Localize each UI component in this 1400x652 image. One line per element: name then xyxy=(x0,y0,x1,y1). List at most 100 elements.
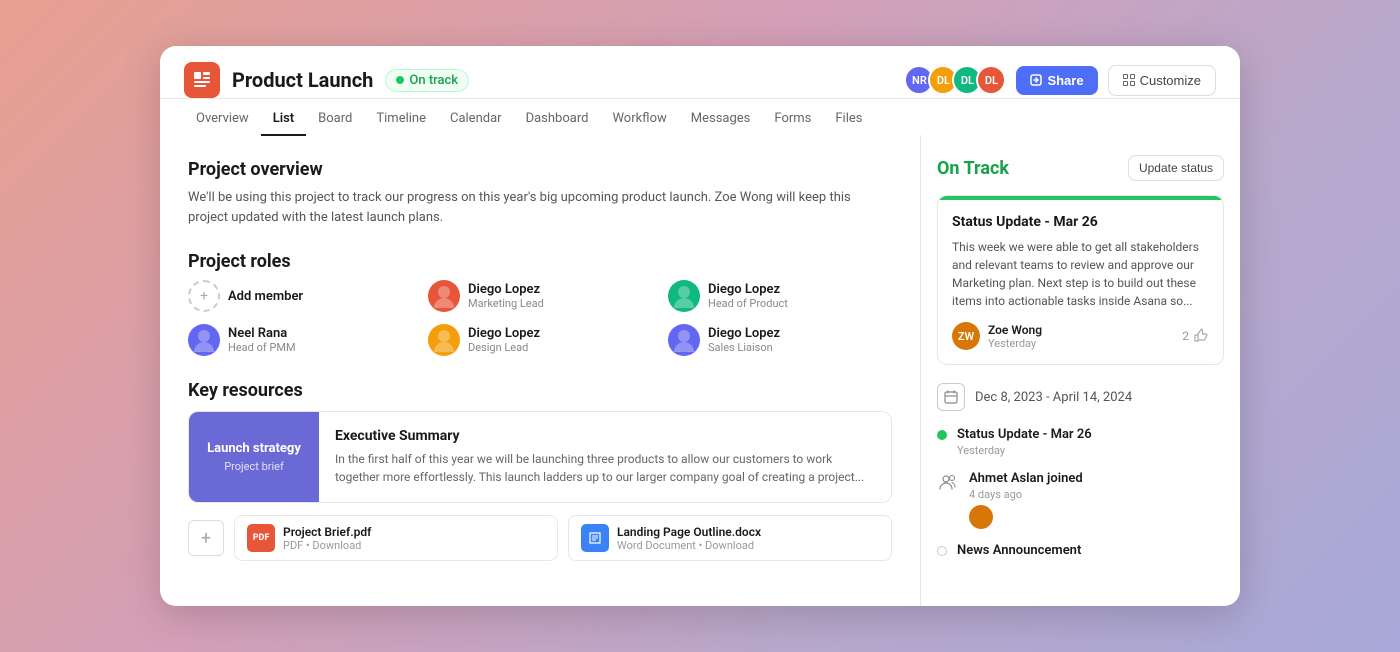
tab-overview[interactable]: Overview xyxy=(184,103,261,136)
right-header: On Track Update status xyxy=(937,155,1224,181)
app-container: Product Launch On track NR DL DL DL Shar… xyxy=(160,46,1240,606)
role-info: Diego Lopez Design Lead xyxy=(468,326,540,354)
activity-dot-green xyxy=(937,430,947,440)
role-avatar xyxy=(668,324,700,356)
update-status-button[interactable]: Update status xyxy=(1128,155,1224,181)
author-name: Zoe Wong xyxy=(988,323,1042,337)
add-member-icon: + xyxy=(188,280,220,312)
file-item-pdf[interactable]: PDF Project Brief.pdf PDF • Download xyxy=(234,515,558,561)
role-item: Neel Rana Head of PMM xyxy=(188,324,412,356)
status-dot xyxy=(396,76,404,84)
role-item: Diego Lopez Sales Liaison xyxy=(668,324,892,356)
share-label: Share xyxy=(1047,73,1083,88)
add-member-label: Add member xyxy=(228,289,303,304)
file-meta: Word Document • Download xyxy=(617,539,761,552)
role-avatar xyxy=(188,324,220,356)
like-count[interactable]: 2 xyxy=(1182,328,1209,344)
resource-content: Executive Summary In the first half of t… xyxy=(319,412,891,502)
role-title: Head of Product xyxy=(708,297,788,310)
role-info: Diego Lopez Marketing Lead xyxy=(468,282,544,310)
team-avatars: NR DL DL DL xyxy=(904,65,1006,95)
resource-thumb-title: Launch strategy xyxy=(207,441,301,456)
role-name: Neel Rana xyxy=(228,326,296,341)
role-avatar xyxy=(668,280,700,312)
left-panel: Project overview We'll be using this pro… xyxy=(160,135,920,606)
avatar: DL xyxy=(976,65,1006,95)
activity-title: Status Update - Mar 26 xyxy=(957,427,1092,442)
add-file-button[interactable]: + xyxy=(188,520,224,556)
resource-title: Executive Summary xyxy=(335,428,875,444)
header: Product Launch On track NR DL DL DL Shar… xyxy=(160,46,1240,99)
role-info: Diego Lopez Sales Liaison xyxy=(708,326,780,354)
role-avatar xyxy=(428,280,460,312)
role-title: Head of PMM xyxy=(228,341,296,354)
resource-card[interactable]: Launch strategy Project brief Executive … xyxy=(188,411,892,503)
project-overview-desc: We'll be using this project to track our… xyxy=(188,188,892,227)
files-row: + PDF Project Brief.pdf PDF • Download xyxy=(188,515,892,561)
share-button[interactable]: Share xyxy=(1016,66,1097,95)
role-name: Diego Lopez xyxy=(708,282,788,297)
activity-item: Ahmet Aslan joined 4 days ago xyxy=(937,471,1224,529)
activity-content: Ahmet Aslan joined 4 days ago xyxy=(969,471,1083,529)
like-number: 2 xyxy=(1182,329,1189,343)
tab-dashboard[interactable]: Dashboard xyxy=(514,103,601,136)
main-content: Project overview We'll be using this pro… xyxy=(160,135,1240,606)
author-info: Zoe Wong Yesterday xyxy=(988,323,1042,350)
role-item: Diego Lopez Design Lead xyxy=(428,324,652,356)
timeline-row: Dec 8, 2023 - April 14, 2024 xyxy=(937,383,1224,411)
resource-thumbnail: Launch strategy Project brief xyxy=(189,412,319,502)
status-card-title: Status Update - Mar 26 xyxy=(952,214,1209,230)
role-info: Neel Rana Head of PMM xyxy=(228,326,296,354)
role-item: Diego Lopez Marketing Lead xyxy=(428,280,652,312)
status-card: Status Update - Mar 26 This week we were… xyxy=(937,195,1224,365)
right-panel: On Track Update status Status Update - M… xyxy=(920,135,1240,606)
file-info: Project Brief.pdf PDF • Download xyxy=(283,525,371,552)
status-card-body: Status Update - Mar 26 This week we were… xyxy=(938,200,1223,364)
resource-desc: In the first half of this year we will b… xyxy=(335,450,875,486)
status-label: On track xyxy=(409,73,458,88)
activity-time: Yesterday xyxy=(957,444,1092,457)
file-meta: PDF • Download xyxy=(283,539,371,552)
tab-calendar[interactable]: Calendar xyxy=(438,103,514,136)
file-item-doc[interactable]: Landing Page Outline.docx Word Document … xyxy=(568,515,892,561)
tab-timeline[interactable]: Timeline xyxy=(364,103,438,136)
activity-content: News Announcement xyxy=(957,543,1081,558)
role-item: Diego Lopez Head of Product xyxy=(668,280,892,312)
status-author: ZW Zoe Wong Yesterday xyxy=(952,322,1042,350)
activity-item: Status Update - Mar 26 Yesterday xyxy=(937,427,1224,457)
calendar-icon xyxy=(937,383,965,411)
tab-board[interactable]: Board xyxy=(306,103,364,136)
nav-tabs: Overview List Board Timeline Calendar Da… xyxy=(160,103,1240,135)
customize-label: Customize xyxy=(1140,73,1201,88)
tab-list[interactable]: List xyxy=(261,103,306,136)
activity-dot-outline xyxy=(937,546,947,556)
activity-avatar xyxy=(969,505,993,529)
project-roles-title: Project roles xyxy=(188,251,892,272)
header-left: Product Launch On track xyxy=(184,62,469,98)
project-overview-title: Project overview xyxy=(188,159,892,180)
file-info: Landing Page Outline.docx Word Document … xyxy=(617,525,761,552)
customize-button[interactable]: Customize xyxy=(1108,65,1216,96)
file-name: Landing Page Outline.docx xyxy=(617,525,761,539)
activity-title: Ahmet Aslan joined xyxy=(969,471,1083,486)
header-right: NR DL DL DL Share Customize xyxy=(904,65,1216,96)
project-icon xyxy=(184,62,220,98)
resource-thumb-sub: Project brief xyxy=(224,460,284,473)
people-icon xyxy=(937,471,959,493)
tab-files[interactable]: Files xyxy=(823,103,874,136)
pdf-icon: PDF xyxy=(247,524,275,552)
role-name: Diego Lopez xyxy=(468,282,544,297)
on-track-title: On Track xyxy=(937,158,1009,179)
role-name: Diego Lopez xyxy=(708,326,780,341)
doc-icon xyxy=(581,524,609,552)
activity-content: Status Update - Mar 26 Yesterday xyxy=(957,427,1092,457)
project-status-badge[interactable]: On track xyxy=(385,69,469,92)
activity-title: News Announcement xyxy=(957,543,1081,558)
add-member-item[interactable]: + Add member xyxy=(188,280,412,312)
author-time: Yesterday xyxy=(988,337,1042,350)
project-title: Product Launch xyxy=(232,68,373,92)
tab-workflow[interactable]: Workflow xyxy=(600,103,678,136)
add-member-label-wrap: Add member xyxy=(228,289,303,304)
tab-messages[interactable]: Messages xyxy=(679,103,763,136)
tab-forms[interactable]: Forms xyxy=(762,103,823,136)
